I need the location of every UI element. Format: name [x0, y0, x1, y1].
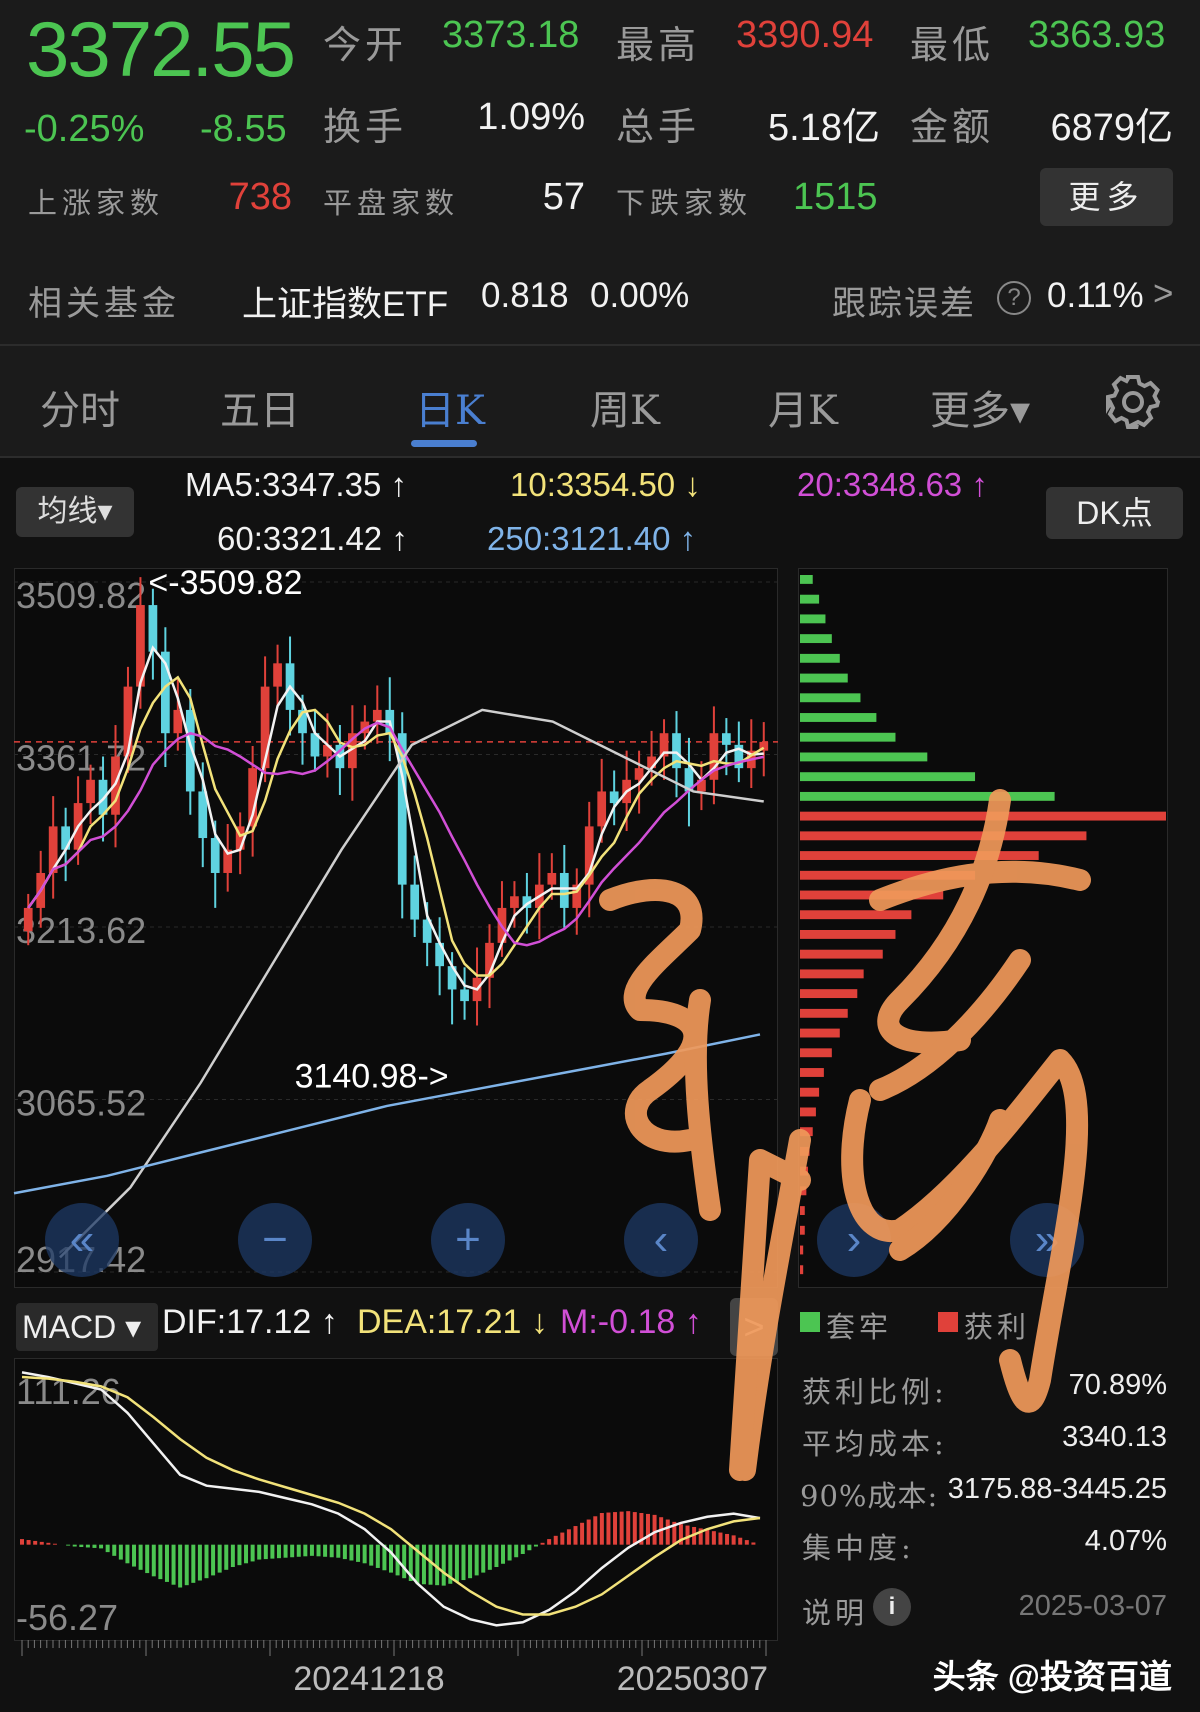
candle — [210, 838, 220, 873]
chip-bar — [800, 653, 840, 663]
chip-bar — [800, 831, 1087, 841]
candle — [410, 884, 420, 920]
zoom-in-icon: + — [455, 1215, 481, 1264]
chip-bar — [800, 1166, 808, 1176]
ma60-line — [59, 708, 764, 1259]
chip-bar — [800, 851, 1039, 860]
chip-bar — [800, 614, 826, 624]
chip-bar — [800, 1028, 840, 1038]
x-tick-label: 20241218 — [293, 1660, 444, 1698]
scroll-left-icon: ‹ — [654, 1215, 669, 1264]
candle — [148, 605, 158, 652]
avg-cost-label: 平均成本: — [802, 1427, 948, 1461]
chip-bar — [800, 910, 912, 920]
chip-date: 2025-03-07 — [1018, 1590, 1167, 1622]
dea-value: DEA:17.21 ↓ — [357, 1303, 548, 1341]
info-icon[interactable]: i — [873, 1588, 911, 1626]
chip-bar — [800, 673, 848, 683]
chip-bar — [800, 1068, 824, 1077]
chip-bar — [800, 949, 883, 959]
chip-bar — [800, 1008, 848, 1018]
chip-bar — [800, 930, 896, 939]
dif-line — [21, 1371, 761, 1627]
chip-bar — [800, 811, 1166, 821]
watermark: 头条 @投资百道 — [932, 1658, 1172, 1695]
chip-bar — [800, 634, 832, 644]
chip-bar — [800, 1245, 804, 1255]
candle — [273, 663, 282, 687]
chip-bar — [800, 772, 976, 782]
dea-line — [21, 1375, 761, 1616]
profit-legend-label: 获利 — [964, 1310, 1031, 1344]
y-tick-label: 3213.62 — [16, 910, 146, 951]
concentration-value: 4.07% — [1084, 1525, 1167, 1557]
low-annotation: 3140.98-> — [295, 1058, 449, 1096]
scroll-left-far-icon: « — [70, 1215, 94, 1264]
candle — [510, 896, 519, 908]
chip-bar — [800, 752, 928, 762]
chip-bar — [800, 969, 864, 979]
high-annotation: <-3509.82 — [148, 564, 302, 602]
scroll-right-icon: › — [847, 1215, 862, 1264]
candle — [23, 907, 33, 932]
chip-bar — [800, 791, 1055, 801]
candle — [460, 989, 469, 1002]
candle — [559, 872, 569, 908]
chip-bar — [800, 713, 877, 722]
macd-m-value: M:-0.18 ↑ — [560, 1303, 702, 1341]
trapped-legend-label: 套牢 — [826, 1310, 893, 1344]
chip-bar — [800, 1206, 805, 1215]
concentration-label: 集中度: — [802, 1531, 915, 1565]
candle — [372, 709, 382, 722]
chart-svg: 3509.823361.723213.623065.522917.42<-350… — [13, 564, 1166, 1698]
help-label: 说明 — [802, 1596, 869, 1630]
chip-bar — [800, 1225, 805, 1235]
chip-bar — [800, 1265, 804, 1275]
dif-value: DIF:17.12 ↑ — [162, 1303, 338, 1341]
profit-legend-swatch — [938, 1312, 958, 1332]
profit-ratio-value: 70.89% — [1068, 1369, 1167, 1401]
next-indicator-button[interactable]: > — [730, 1298, 778, 1356]
chip-bar — [800, 1107, 816, 1117]
chip-bar — [800, 870, 976, 880]
candle — [597, 791, 607, 827]
candle — [86, 779, 95, 804]
chip-bar — [800, 693, 861, 703]
macd-selector[interactable]: MACD ▾ — [16, 1303, 158, 1351]
chip-bar — [800, 1087, 820, 1097]
cost90-value: 3175.88-3445.25 — [947, 1473, 1167, 1505]
chip-bar — [800, 1186, 807, 1196]
scroll-right-far-icon: » — [1035, 1215, 1059, 1264]
y-tick-label: 3509.82 — [16, 575, 146, 616]
profit-ratio-label: 获利比例: — [802, 1375, 948, 1409]
trapped-legend-swatch — [800, 1312, 820, 1332]
macd-y-tick-label: -56.27 — [16, 1597, 118, 1638]
y-tick-label: 3065.52 — [16, 1083, 146, 1124]
chip-bar — [800, 732, 896, 742]
zoom-out-icon: − — [262, 1215, 288, 1264]
cost90-label: 90%成本: — [800, 1479, 939, 1513]
chip-bar — [800, 890, 944, 900]
candle — [547, 872, 557, 885]
avg-cost-value: 3340.13 — [1062, 1421, 1167, 1453]
chip-bar — [800, 1146, 810, 1156]
chip-bar — [800, 575, 813, 584]
chip-bar — [800, 989, 858, 999]
chip-bar — [800, 594, 820, 604]
x-tick-label: 20250307 — [617, 1660, 768, 1698]
candle — [722, 733, 731, 745]
chip-bar — [800, 1048, 832, 1058]
chip-bar — [800, 1127, 813, 1137]
